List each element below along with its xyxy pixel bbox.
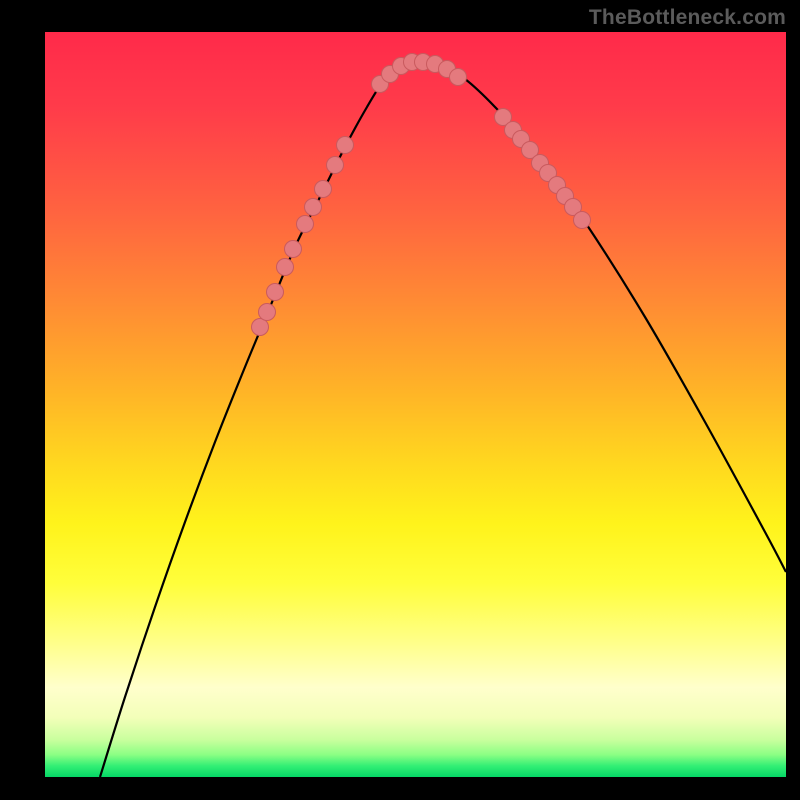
bottleneck-curve bbox=[100, 62, 786, 777]
dot bbox=[450, 69, 467, 86]
dot bbox=[574, 212, 591, 229]
dot bbox=[259, 304, 276, 321]
dot bbox=[285, 241, 302, 258]
dot bbox=[315, 181, 332, 198]
dot bbox=[327, 157, 344, 174]
chart-frame: TheBottleneck.com bbox=[0, 0, 800, 800]
plot-area bbox=[45, 32, 786, 777]
dot bbox=[252, 319, 269, 336]
highlight-dots bbox=[252, 54, 591, 336]
dot bbox=[305, 199, 322, 216]
dot bbox=[277, 259, 294, 276]
chart-svg bbox=[45, 32, 786, 777]
dot bbox=[297, 216, 314, 233]
dot bbox=[267, 284, 284, 301]
dot bbox=[337, 137, 354, 154]
watermark-text: TheBottleneck.com bbox=[589, 6, 786, 30]
